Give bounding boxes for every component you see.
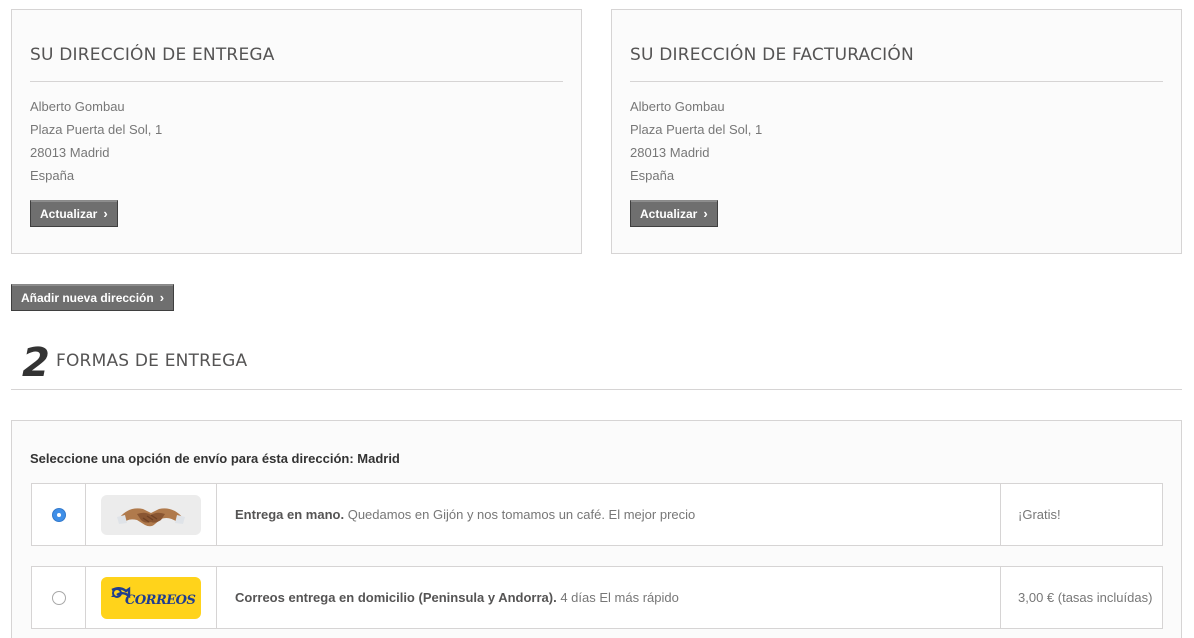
- delivery-address-name: Alberto Gombau: [30, 99, 125, 114]
- billing-address-name: Alberto Gombau: [630, 99, 725, 114]
- shipping-option-radio[interactable]: [51, 507, 66, 522]
- delivery-address-lines: Alberto Gombau Plaza Puerta del Sol, 1 2…: [30, 95, 563, 187]
- delivery-address-street: Plaza Puerta del Sol, 1: [30, 122, 163, 137]
- billing-address-country: España: [630, 168, 675, 183]
- shipping-option-description: Entrega en mano. Quedamos en Gijón y nos…: [217, 484, 1001, 545]
- billing-update-button[interactable]: Actualizar ›: [630, 200, 718, 227]
- delivery-address-city: 28013 Madrid: [30, 145, 110, 160]
- handshake-icon: [101, 494, 201, 535]
- shipping-option-radio[interactable]: [51, 590, 66, 605]
- shipping-option-price: 3,00 € (tasas incluídas): [1018, 589, 1153, 605]
- add-address-button[interactable]: Añadir nueva dirección ›: [11, 284, 175, 311]
- delivery-address-title: SU DIRECCIÓN DE ENTREGA: [30, 45, 563, 82]
- shipping-option-row[interactable]: CORREOS Correos entrega en domicilio (Pe…: [31, 566, 1163, 629]
- delivery-address-country: España: [30, 168, 75, 183]
- billing-address-lines: Alberto Gombau Plaza Puerta del Sol, 1 2…: [630, 95, 1163, 187]
- step-heading: 2 FORMAS DE ENTREGA: [11, 338, 1182, 390]
- correos-logo-text: CORREOS: [125, 592, 196, 608]
- billing-update-label: Actualizar: [640, 206, 698, 221]
- billing-address-box: SU DIRECCIÓN DE FACTURACIÓN Alberto Gomb…: [611, 9, 1182, 254]
- correos-logo: CORREOS: [101, 576, 201, 619]
- step-title: FORMAS DE ENTREGA: [56, 351, 248, 371]
- billing-address-title: SU DIRECCIÓN DE FACTURACIÓN: [630, 45, 1163, 82]
- chevron-right-icon: ›: [159, 290, 165, 305]
- billing-address-city: 28013 Madrid: [630, 145, 710, 160]
- chevron-right-icon: ›: [103, 206, 108, 221]
- shipping-option-detail: 4 días El más rápido: [560, 590, 679, 605]
- radio-cell: [32, 484, 86, 545]
- billing-address-street: Plaza Puerta del Sol, 1: [630, 122, 763, 137]
- shipping-intro: Seleccione una opción de envío para ésta…: [30, 451, 400, 466]
- shipping-option-detail: Quedamos en Gijón y nos tomamos un café.…: [347, 507, 696, 522]
- delivery-address-box: SU DIRECCIÓN DE ENTREGA Alberto Gombau P…: [11, 9, 582, 254]
- radio-cell: [32, 567, 86, 628]
- shipping-option-row[interactable]: Entrega en mano. Quedamos en Gijón y nos…: [31, 483, 1163, 546]
- chevron-right-icon: ›: [703, 206, 708, 221]
- logo-cell: CORREOS: [86, 567, 217, 628]
- shipping-option-name: Entrega en mano.: [235, 507, 345, 522]
- add-address-label: Añadir nueva dirección: [21, 290, 154, 305]
- delivery-update-button[interactable]: Actualizar ›: [30, 200, 118, 227]
- shipping-option-price: ¡Gratis!: [1018, 506, 1061, 522]
- shipping-options-box: Seleccione una opción de envío para ésta…: [11, 420, 1182, 638]
- shipping-option-name: Correos entrega en domicilio (Peninsula …: [235, 590, 557, 605]
- shipping-option-description: Correos entrega en domicilio (Peninsula …: [217, 567, 1001, 628]
- step-number: 2: [22, 340, 50, 386]
- logo-cell: [86, 484, 217, 545]
- delivery-update-label: Actualizar: [40, 206, 98, 221]
